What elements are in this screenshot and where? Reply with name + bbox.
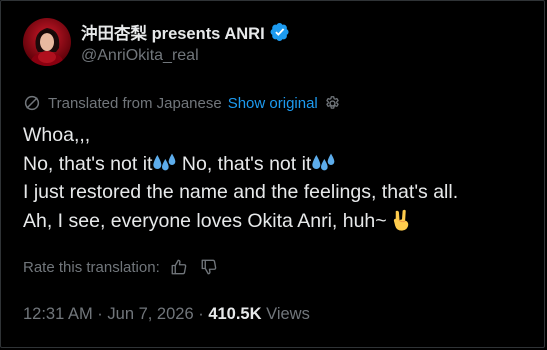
tweet-meta: 12:31 AM · Jun 7, 2026 · 410.5K Views [23,305,310,324]
tweet-text: Whoa,,, No, that's not it No, that's not… [23,121,458,235]
translated-notice: Translated from Japanese [48,94,222,112]
tweet-line: I just restored the name and the feeling… [23,181,459,203]
rate-label: Rate this translation: [23,258,160,276]
tweet-header: 沖田杏梨 presents ANRI @AnriOkita_real [23,18,290,66]
sweat-droplets-emoji [312,153,335,170]
thumbs-up-icon[interactable] [170,258,188,276]
display-name-row: 沖田杏梨 presents ANRI [81,21,290,43]
show-original-link[interactable]: Show original [228,95,318,112]
views-count: 410.5K [208,305,262,323]
avatar[interactable] [23,18,71,66]
gear-icon[interactable] [324,95,341,112]
rate-translation: Rate this translation: [23,258,218,276]
tweet-text-segment: Ah, I see, everyone loves Okita Anri, hu… [23,209,387,232]
sign-of-the-horns-emoji [393,209,409,231]
views-label: Views [261,305,310,323]
tweet-line: Ah, I see, everyone loves Okita Anri, hu… [23,207,458,236]
translate-globe-icon [24,95,40,111]
tweet-text-segment: No, that's not it [176,152,312,175]
sweat-droplets-emoji [153,153,176,170]
tweet-time[interactable]: 12:31 AM [23,305,93,323]
thumbs-down-icon[interactable] [200,258,218,276]
author-handle[interactable]: @AnriOkita_real [81,47,290,65]
avatar-image [23,18,71,66]
tweet-text-segment: No, that's not it [23,152,153,175]
author-names: 沖田杏梨 presents ANRI @AnriOkita_real [81,21,290,65]
verified-badge-icon[interactable] [270,22,290,42]
display-name[interactable]: 沖田杏梨 presents ANRI [81,20,265,44]
tweet-line: No, that's not it No, that's not it [23,150,458,179]
translation-bar: Translated from Japanese Show original [23,94,341,112]
tweet-date[interactable]: Jun 7, 2026 [107,305,193,323]
tweet-line: Whoa,,, [23,124,91,146]
meta-separator: · [92,305,108,323]
meta-separator: · [193,305,209,323]
